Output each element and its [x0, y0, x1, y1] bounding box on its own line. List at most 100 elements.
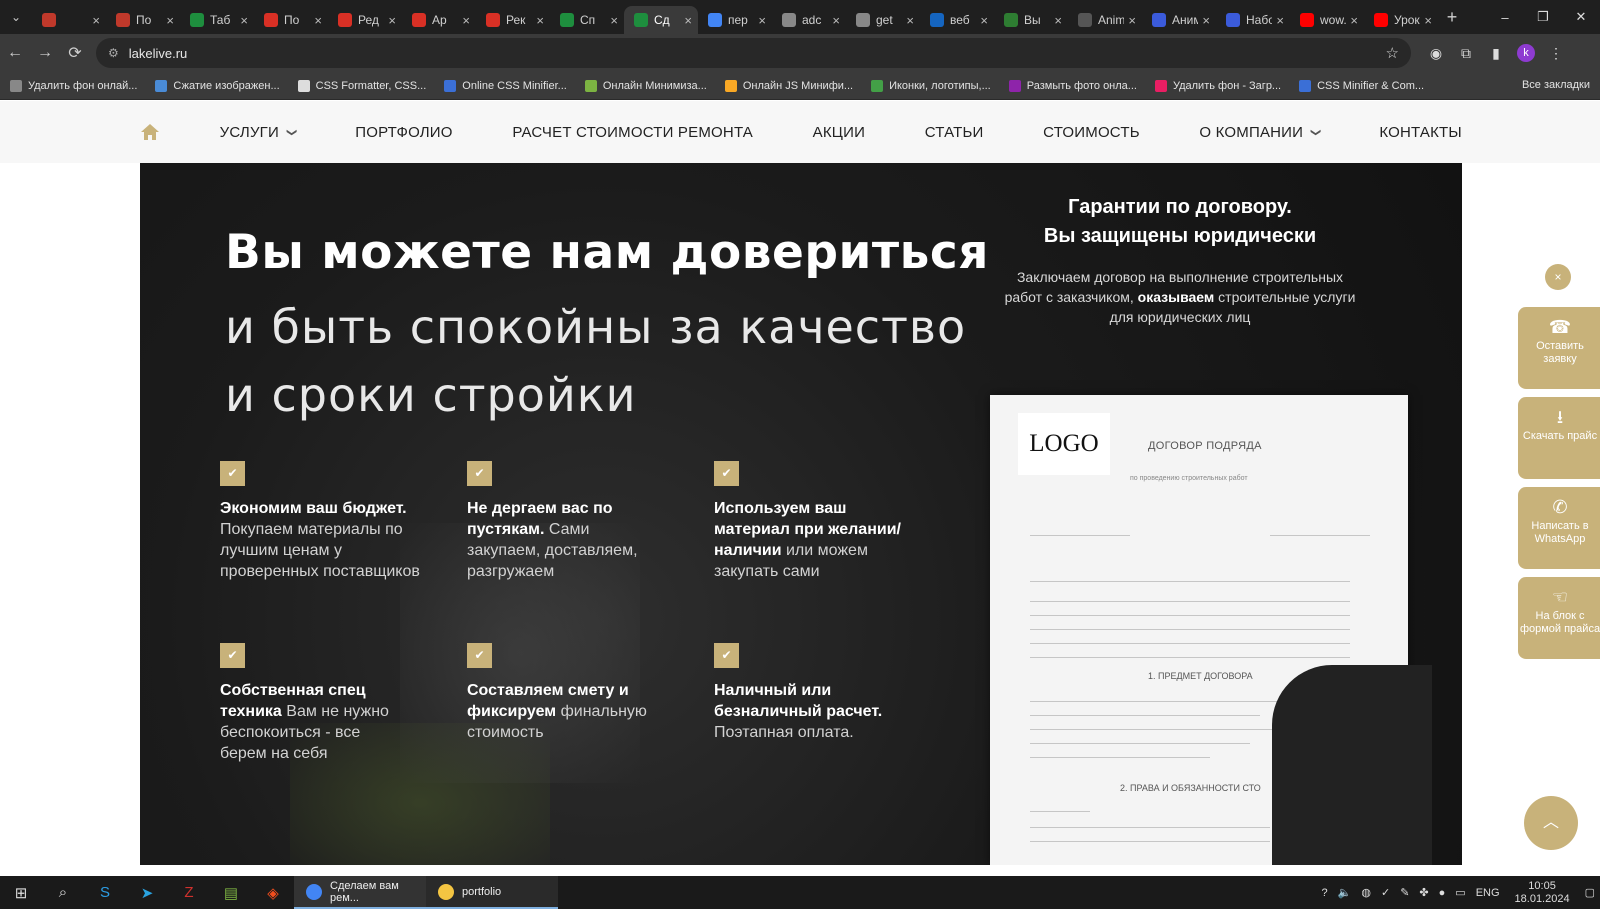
reload-button[interactable]: ⟳	[60, 43, 90, 63]
nav-item[interactable]: РАСЧЕТ СТОИМОСТИ РЕМОНТА	[512, 124, 753, 141]
menu-icon[interactable]: ⋮	[1541, 45, 1571, 62]
tab-search-button[interactable]: ⌄	[0, 0, 32, 34]
url-text[interactable]: lakelive.ru	[129, 46, 1386, 61]
telegram-icon[interactable]: ➤	[126, 876, 168, 909]
tab-close-icon[interactable]: ×	[166, 13, 174, 28]
tab-close-icon[interactable]: ×	[610, 13, 618, 28]
minimize-button[interactable]: –	[1486, 10, 1524, 25]
tab-close-icon[interactable]: ×	[1054, 13, 1062, 28]
nav-item[interactable]: СТОИМОСТЬ	[1043, 124, 1140, 141]
nav-item[interactable]: АКЦИИ	[813, 124, 865, 141]
nav-item[interactable]: СТАТЬИ	[925, 124, 984, 141]
bookmark-item[interactable]: Иконки, логотипы,...	[871, 79, 991, 92]
nav-item[interactable]: КОНТАКТЫ	[1379, 124, 1462, 141]
figma-icon[interactable]: ◈	[252, 876, 294, 909]
bookmark-item[interactable]: Онлайн JS Минифи...	[724, 79, 853, 92]
scroll-to-top-button[interactable]: ︿	[1524, 796, 1578, 850]
notepad-icon[interactable]: ▤	[210, 876, 252, 909]
tab-close-icon[interactable]: ×	[1350, 13, 1358, 28]
tab-close-icon[interactable]: ×	[314, 13, 322, 28]
network-icon[interactable]: ◍	[1361, 886, 1371, 899]
browser-tab[interactable]: Сп ×	[550, 6, 624, 34]
tab-close-icon[interactable]: ×	[388, 13, 396, 28]
browser-tab[interactable]: Вы ×	[994, 6, 1068, 34]
browser-tab[interactable]: Рек ×	[476, 6, 550, 34]
nav-item[interactable]: УСЛУГИ ❯	[220, 124, 297, 141]
skype-icon[interactable]: S	[84, 876, 126, 909]
tab-close-icon[interactable]: ×	[1128, 13, 1136, 28]
taskbar-app[interactable]: Сделаем вам рем...	[294, 876, 426, 909]
volume-icon[interactable]: 🔈	[1338, 886, 1352, 899]
tab-close-icon[interactable]: ×	[906, 13, 914, 28]
bookmark-star-icon[interactable]: ☆	[1386, 44, 1399, 62]
bookmark-item[interactable]: Online CSS Minifier...	[444, 79, 567, 92]
browser-tab[interactable]: Урок 18 ×	[1364, 6, 1438, 34]
tab-close-icon[interactable]: ×	[92, 13, 100, 28]
site-info-icon[interactable]: ⚙	[108, 46, 119, 60]
widget-close-button[interactable]: ×	[1545, 264, 1571, 290]
browser-tab[interactable]: Сд ×	[624, 6, 698, 34]
browser-tab[interactable]: Ар ×	[402, 6, 476, 34]
tab-close-icon[interactable]: ×	[758, 13, 766, 28]
browser-tab[interactable]: Аним ×	[1142, 6, 1216, 34]
forward-button[interactable]: →	[30, 44, 60, 62]
bookmark-item[interactable]: Онлайн Минимиза...	[584, 79, 707, 92]
taskbar-app[interactable]: portfolio	[426, 876, 558, 909]
browser-tab[interactable]: Ред ×	[328, 6, 402, 34]
side-widget-button[interactable]: ☎ Оставить заявку	[1518, 307, 1600, 389]
display-icon[interactable]: ▭	[1455, 886, 1465, 899]
bookmark-item[interactable]: Сжатие изображен...	[155, 79, 280, 92]
new-tab-button[interactable]: +	[1438, 7, 1466, 28]
browser-tab[interactable]: По ×	[254, 6, 328, 34]
clock[interactable]: 10:05 18.01.2024	[1515, 880, 1570, 906]
tab-close-icon[interactable]: ×	[684, 13, 692, 28]
bookmark-item[interactable]: CSS Minifier & Com...	[1299, 79, 1424, 92]
tab-close-icon[interactable]: ×	[462, 13, 470, 28]
tray-app-icon[interactable]: ✎	[1400, 886, 1409, 899]
side-widget-button[interactable]: ⭳ Скачать прайс	[1518, 397, 1600, 479]
tab-close-icon[interactable]: ×	[980, 13, 988, 28]
filezilla-icon[interactable]: Z	[168, 876, 210, 909]
browser-tab[interactable]: ×	[32, 6, 106, 34]
browser-tab[interactable]: Animat×	[1068, 6, 1142, 34]
browser-tab[interactable]: Таб ×	[180, 6, 254, 34]
address-bar[interactable]: ⚙ lakelive.ru ☆	[96, 38, 1411, 68]
profile-avatar[interactable]: k	[1517, 44, 1535, 62]
tab-close-icon[interactable]: ×	[240, 13, 248, 28]
all-bookmarks[interactable]: Все закладки	[1522, 79, 1590, 91]
nav-item[interactable]: ПОРТФОЛИО	[355, 124, 452, 141]
extensions-puzzle-icon[interactable]: ⧉	[1451, 45, 1481, 62]
tray-app-icon[interactable]: ✤	[1419, 886, 1428, 899]
browser-tab[interactable]: wow.js×	[1290, 6, 1364, 34]
side-widget-button[interactable]: ✆ Написать в WhatsApp	[1518, 487, 1600, 569]
tab-close-icon[interactable]: ×	[1202, 13, 1210, 28]
browser-tab[interactable]: Набор×	[1216, 6, 1290, 34]
restore-button[interactable]: ❐	[1524, 9, 1562, 25]
bookmark-item[interactable]: Размыть фото онла...	[1008, 79, 1137, 92]
bookmark-item[interactable]: CSS Formatter, CSS...	[297, 79, 426, 92]
tray-app-icon[interactable]: ●	[1439, 887, 1446, 899]
security-icon[interactable]: ✓	[1381, 886, 1390, 899]
browser-tab[interactable]: get ×	[846, 6, 920, 34]
browser-tab[interactable]: adc ×	[772, 6, 846, 34]
home-icon[interactable]	[140, 122, 160, 142]
close-window-button[interactable]: ✕	[1562, 9, 1600, 25]
search-icon[interactable]: ⌕	[42, 876, 84, 909]
bookmark-item[interactable]: Удалить фон онлай...	[10, 79, 137, 92]
tab-close-icon[interactable]: ×	[1276, 13, 1284, 28]
tab-close-icon[interactable]: ×	[536, 13, 544, 28]
tab-close-icon[interactable]: ×	[832, 13, 840, 28]
language-indicator[interactable]: ENG	[1476, 887, 1500, 899]
extension-icon[interactable]: ◉	[1421, 45, 1451, 62]
bookmark-item[interactable]: Удалить фон - Загр...	[1154, 79, 1281, 92]
browser-tab[interactable]: пер ×	[698, 6, 772, 34]
windows-start-icon[interactable]: ⊞	[0, 876, 42, 909]
nav-item[interactable]: О КОМПАНИИ ❯	[1199, 124, 1321, 141]
browser-tab[interactable]: веб ×	[920, 6, 994, 34]
notifications-icon[interactable]: ▢	[1585, 886, 1595, 899]
back-button[interactable]: ←	[0, 44, 30, 62]
side-panel-icon[interactable]: ▮	[1481, 45, 1511, 62]
tab-close-icon[interactable]: ×	[1424, 13, 1432, 28]
side-widget-button[interactable]: ☜ На блок с формой прайса	[1518, 577, 1600, 659]
browser-tab[interactable]: По ×	[106, 6, 180, 34]
